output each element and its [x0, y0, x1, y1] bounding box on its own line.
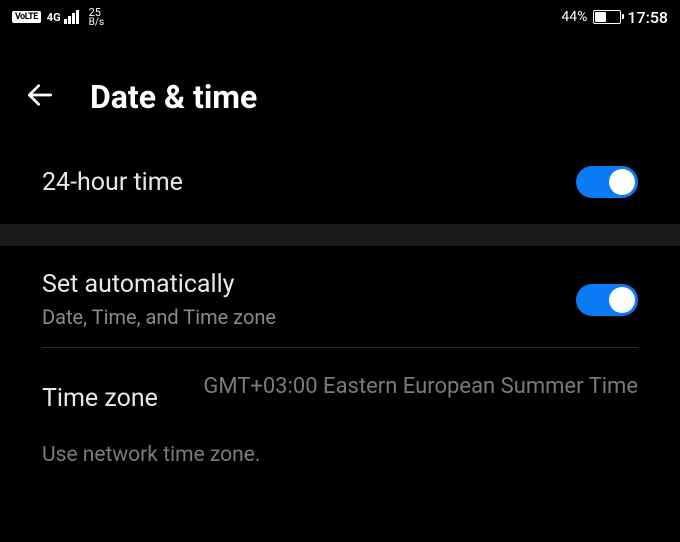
setting-row-timezone[interactable]: Time zone GMT+03:00 Eastern European Sum… [0, 348, 680, 437]
status-bar: VoLTE 4G 25 B/s 44% 17:58 [0, 0, 680, 34]
battery-icon [593, 10, 621, 24]
page-title: Date & time [90, 78, 257, 116]
volte-badge: VoLTE [12, 11, 41, 23]
back-button[interactable] [24, 79, 56, 115]
clock: 17:58 [627, 8, 668, 27]
setting-row-auto[interactable]: Set automatically Date, Time, and Time z… [0, 246, 680, 347]
data-speed: 25 B/s [89, 7, 105, 28]
timezone-label: Time zone [42, 370, 158, 413]
section-divider [0, 224, 680, 246]
toggle-thumb [609, 169, 635, 195]
timezone-value: GMT+03:00 Eastern European Summer Time [198, 370, 638, 403]
status-left: VoLTE 4G 25 B/s [12, 7, 104, 28]
timezone-hint: Use network time zone. [0, 437, 680, 467]
status-right: 44% 17:58 [561, 8, 668, 27]
setting-label: 24-hour time [42, 168, 183, 197]
speed-unit: B/s [89, 18, 105, 28]
signal-indicator: 4G [47, 10, 79, 24]
setting-sublabel: Date, Time, and Time zone [42, 305, 276, 329]
toggle-24-hour[interactable] [576, 166, 638, 198]
battery-percentage: 44% [561, 9, 587, 25]
toggle-auto[interactable] [576, 284, 638, 316]
page-header: Date & time [0, 34, 680, 146]
setting-row-24-hour[interactable]: 24-hour time [0, 146, 680, 218]
network-type: 4G [47, 11, 61, 24]
back-arrow-icon [24, 79, 56, 111]
signal-bars-icon [64, 10, 79, 24]
setting-label: Set automatically [42, 270, 276, 299]
speed-value: 25 [89, 7, 105, 18]
toggle-thumb [609, 287, 635, 313]
